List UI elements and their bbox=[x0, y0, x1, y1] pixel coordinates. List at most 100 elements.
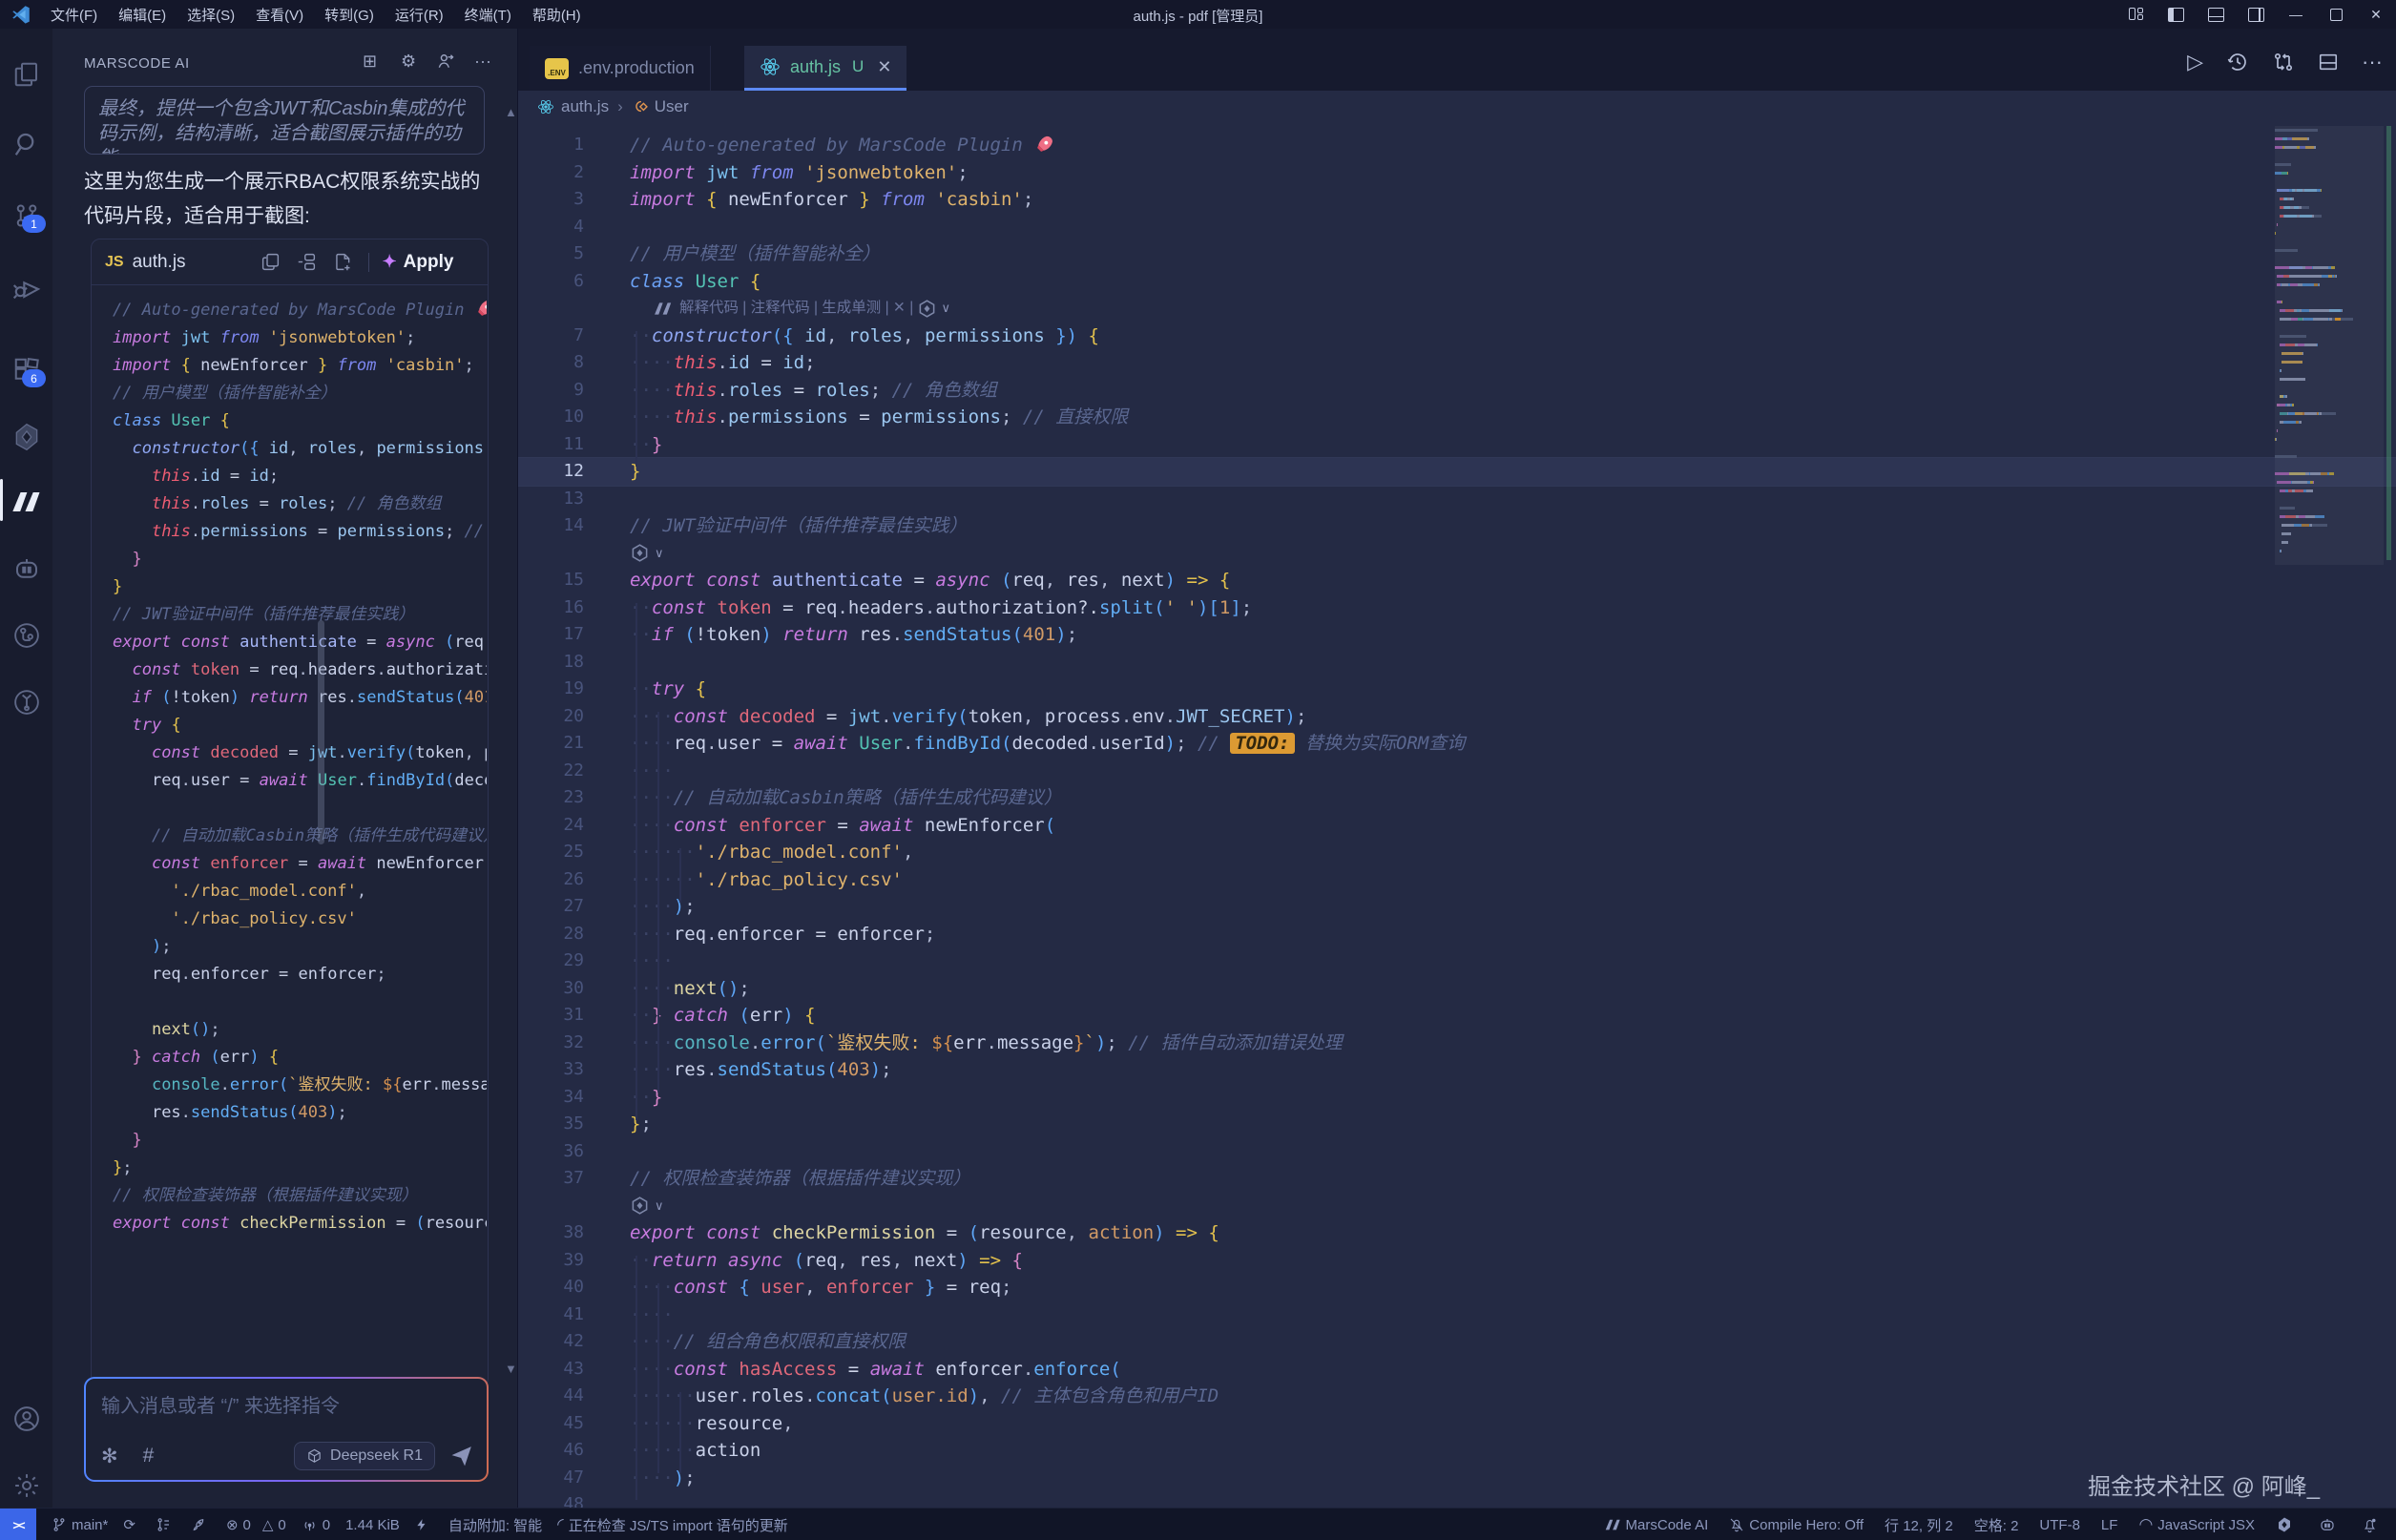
menu-转到(G)[interactable]: 转到(G) bbox=[314, 5, 385, 27]
code-line-40[interactable]: 40····const { user, enforcer } = req; bbox=[518, 1274, 2396, 1301]
extensions-icon[interactable]: 6 bbox=[0, 351, 52, 389]
compare-changes-icon[interactable] bbox=[2272, 51, 2295, 73]
code-line-41[interactable]: 41···· bbox=[518, 1301, 2396, 1329]
marscode-ai-icon-active[interactable] bbox=[0, 483, 52, 521]
code-line-20[interactable]: 20····const decoded = jwt.verify(token, … bbox=[518, 703, 2396, 731]
close-button[interactable]: ✕ bbox=[2356, 0, 2396, 29]
file-size-item[interactable]: 1.44 KiB bbox=[345, 1517, 400, 1533]
more-actions-icon[interactable]: ··· bbox=[2362, 50, 2383, 74]
code-line-11[interactable]: 11··} bbox=[518, 431, 2396, 459]
code-line-25[interactable]: 25······'./rbac_model.conf', bbox=[518, 839, 2396, 866]
insert-code-icon[interactable] bbox=[296, 252, 318, 272]
new-file-icon[interactable] bbox=[333, 252, 353, 272]
menu-终端(T)[interactable]: 终端(T) bbox=[454, 5, 522, 27]
marscode-codelens[interactable]: 解释代码 | 注释代码 | 生成单测 | ✕ | ∨ bbox=[518, 295, 2396, 323]
code-line-46[interactable]: 46······action bbox=[518, 1437, 2396, 1465]
menu-运行(R)[interactable]: 运行(R) bbox=[385, 5, 454, 27]
marscode-hex-icon[interactable] bbox=[2276, 1516, 2298, 1533]
explorer-icon[interactable] bbox=[0, 55, 52, 94]
checking-status-item[interactable]: ◜正在检查 JS/TS import 语句的更新 bbox=[557, 1515, 788, 1535]
rocket-icon[interactable] bbox=[191, 1517, 211, 1532]
share-user-icon[interactable] bbox=[436, 52, 455, 75]
code-line-22[interactable]: 22···· bbox=[518, 758, 2396, 785]
remote-indicator[interactable]: >< bbox=[0, 1509, 36, 1540]
code-line-30[interactable]: 30····next(); bbox=[518, 975, 2396, 1003]
toggle-panel-icon[interactable] bbox=[2196, 0, 2236, 29]
minimap[interactable] bbox=[2275, 126, 2384, 564]
branch-circle-icon[interactable] bbox=[0, 683, 52, 721]
encoding-item[interactable]: UTF-8 bbox=[2039, 1517, 2080, 1533]
lightning-icon[interactable] bbox=[415, 1517, 433, 1532]
code-line-23[interactable]: 23····// 自动加载Casbin策略（插件生成代码建议） bbox=[518, 784, 2396, 812]
eol-item[interactable]: LF bbox=[2101, 1517, 2118, 1533]
menu-帮助(H)[interactable]: 帮助(H) bbox=[522, 5, 592, 27]
code-line-14[interactable]: 14// JWT验证中间件（插件推荐最佳实践） bbox=[518, 512, 2396, 540]
tab-auth-js-active[interactable]: auth.js U ✕ bbox=[744, 46, 906, 91]
breadcrumb[interactable]: auth.js › User bbox=[518, 91, 2396, 122]
code-line-42[interactable]: 42····// 组合角色权限和直接权限 bbox=[518, 1328, 2396, 1356]
tab-env-production[interactable]: .ENV .env.production bbox=[530, 46, 711, 91]
code-line-17[interactable]: 17··if (!token) return res.sendStatus(40… bbox=[518, 621, 2396, 649]
sync-icon[interactable]: ⟳ bbox=[123, 1516, 140, 1533]
code-line-29[interactable]: 29···· bbox=[518, 947, 2396, 975]
code-line-39[interactable]: 39··return async (req, res, next) => { bbox=[518, 1247, 2396, 1275]
run-file-icon[interactable]: ▷ bbox=[2187, 50, 2203, 74]
toggle-sidebar-icon[interactable] bbox=[2156, 0, 2196, 29]
language-mode-item[interactable]: ◠JavaScript JSX bbox=[2138, 1515, 2255, 1534]
code-line-37[interactable]: 37// 权限检查装饰器（根据插件建议实现） bbox=[518, 1165, 2396, 1193]
minimize-button[interactable]: — bbox=[2276, 0, 2316, 29]
context-hash-icon[interactable]: # bbox=[143, 1445, 155, 1467]
code-line-43[interactable]: 43····const hasAccess = await enforcer.e… bbox=[518, 1356, 2396, 1384]
marscode-hex-icon[interactable] bbox=[0, 418, 52, 456]
code-line-9[interactable]: 9····this.roles = roles; // 角色数组 bbox=[518, 377, 2396, 405]
new-chat-icon[interactable]: ⊞ bbox=[363, 52, 377, 72]
code-line-27[interactable]: 27····); bbox=[518, 893, 2396, 921]
compile-hero-item[interactable]: Compile Hero: Off bbox=[1729, 1517, 1864, 1533]
account-icon[interactable] bbox=[0, 1400, 52, 1438]
search-icon[interactable] bbox=[0, 125, 52, 163]
split-editor-icon[interactable] bbox=[2318, 52, 2339, 73]
maximize-button[interactable] bbox=[2316, 0, 2356, 29]
code-line-32[interactable]: 32····console.error(`鉴权失败: ${err.message… bbox=[518, 1030, 2396, 1057]
problems-item[interactable]: ⊗0 △0 bbox=[226, 1516, 286, 1533]
menu-查看(V)[interactable]: 查看(V) bbox=[245, 5, 314, 27]
code-line-8[interactable]: 8····this.id = id; bbox=[518, 349, 2396, 377]
cursor-position-item[interactable]: 行 12, 列 2 bbox=[1885, 1515, 1953, 1535]
apply-button[interactable]: ✦ Apply bbox=[383, 252, 454, 273]
code-line-10[interactable]: 10····this.permissions = permissions; //… bbox=[518, 404, 2396, 431]
code-line-35[interactable]: 35}; bbox=[518, 1111, 2396, 1138]
code-line-1[interactable]: 1// Auto-generated by MarsCode Plugin bbox=[518, 132, 2396, 159]
copy-icon[interactable] bbox=[260, 252, 281, 272]
robot-icon[interactable] bbox=[2319, 1516, 2341, 1533]
indentation-item[interactable]: 空格: 2 bbox=[1974, 1515, 2019, 1535]
settings-gear-icon[interactable] bbox=[0, 1467, 52, 1505]
ports-item[interactable]: 0 bbox=[302, 1517, 330, 1533]
code-line-45[interactable]: 45······resource, bbox=[518, 1410, 2396, 1438]
sidebar-scrollbar[interactable] bbox=[318, 620, 324, 844]
code-line-16[interactable]: 16··const token = req.headers.authorizat… bbox=[518, 594, 2396, 622]
code-line-33[interactable]: 33····res.sendStatus(403); bbox=[518, 1056, 2396, 1084]
code-line-19[interactable]: 19··try { bbox=[518, 676, 2396, 703]
menu-选择(S)[interactable]: 选择(S) bbox=[177, 5, 245, 27]
marscode-ai-item[interactable]: MarsCode AI bbox=[1605, 1517, 1709, 1533]
chat-input[interactable]: 输入消息或者 “/” 来选择指令 ✻ # Deepseek R1 bbox=[86, 1379, 487, 1480]
run-debug-icon[interactable] bbox=[0, 270, 52, 308]
robot-icon[interactable] bbox=[0, 550, 52, 588]
code-line-4[interactable]: 4 bbox=[518, 214, 2396, 241]
marscode-inline-widget[interactable]: ∨ bbox=[518, 1193, 2396, 1220]
code-line-15[interactable]: 15export const authenticate = async (req… bbox=[518, 567, 2396, 594]
breadcrumb-file[interactable]: auth.js bbox=[561, 97, 609, 116]
code-line-2[interactable]: 2import jwt from 'jsonwebtoken'; bbox=[518, 159, 2396, 187]
menu-文件(F)[interactable]: 文件(F) bbox=[40, 5, 108, 27]
auto-attach-item[interactable]: 自动附加: 智能 bbox=[448, 1515, 542, 1535]
code-line-7[interactable]: 7··constructor({ id, roles, permissions … bbox=[518, 323, 2396, 350]
send-icon[interactable] bbox=[450, 1445, 473, 1467]
customize-layout-icon[interactable] bbox=[2115, 0, 2156, 29]
scroll-down-icon[interactable]: ▼ bbox=[505, 1362, 517, 1376]
git-branch-item[interactable]: main* bbox=[52, 1517, 108, 1533]
code-line-31[interactable]: 31··} catch (err) { bbox=[518, 1002, 2396, 1030]
marscode-inline-widget[interactable]: ∨ bbox=[518, 540, 2396, 568]
code-line-3[interactable]: 3import { newEnforcer } from 'casbin'; bbox=[518, 186, 2396, 214]
code-line-34[interactable]: 34··} bbox=[518, 1084, 2396, 1112]
git-graph-circle-icon[interactable] bbox=[0, 616, 52, 655]
